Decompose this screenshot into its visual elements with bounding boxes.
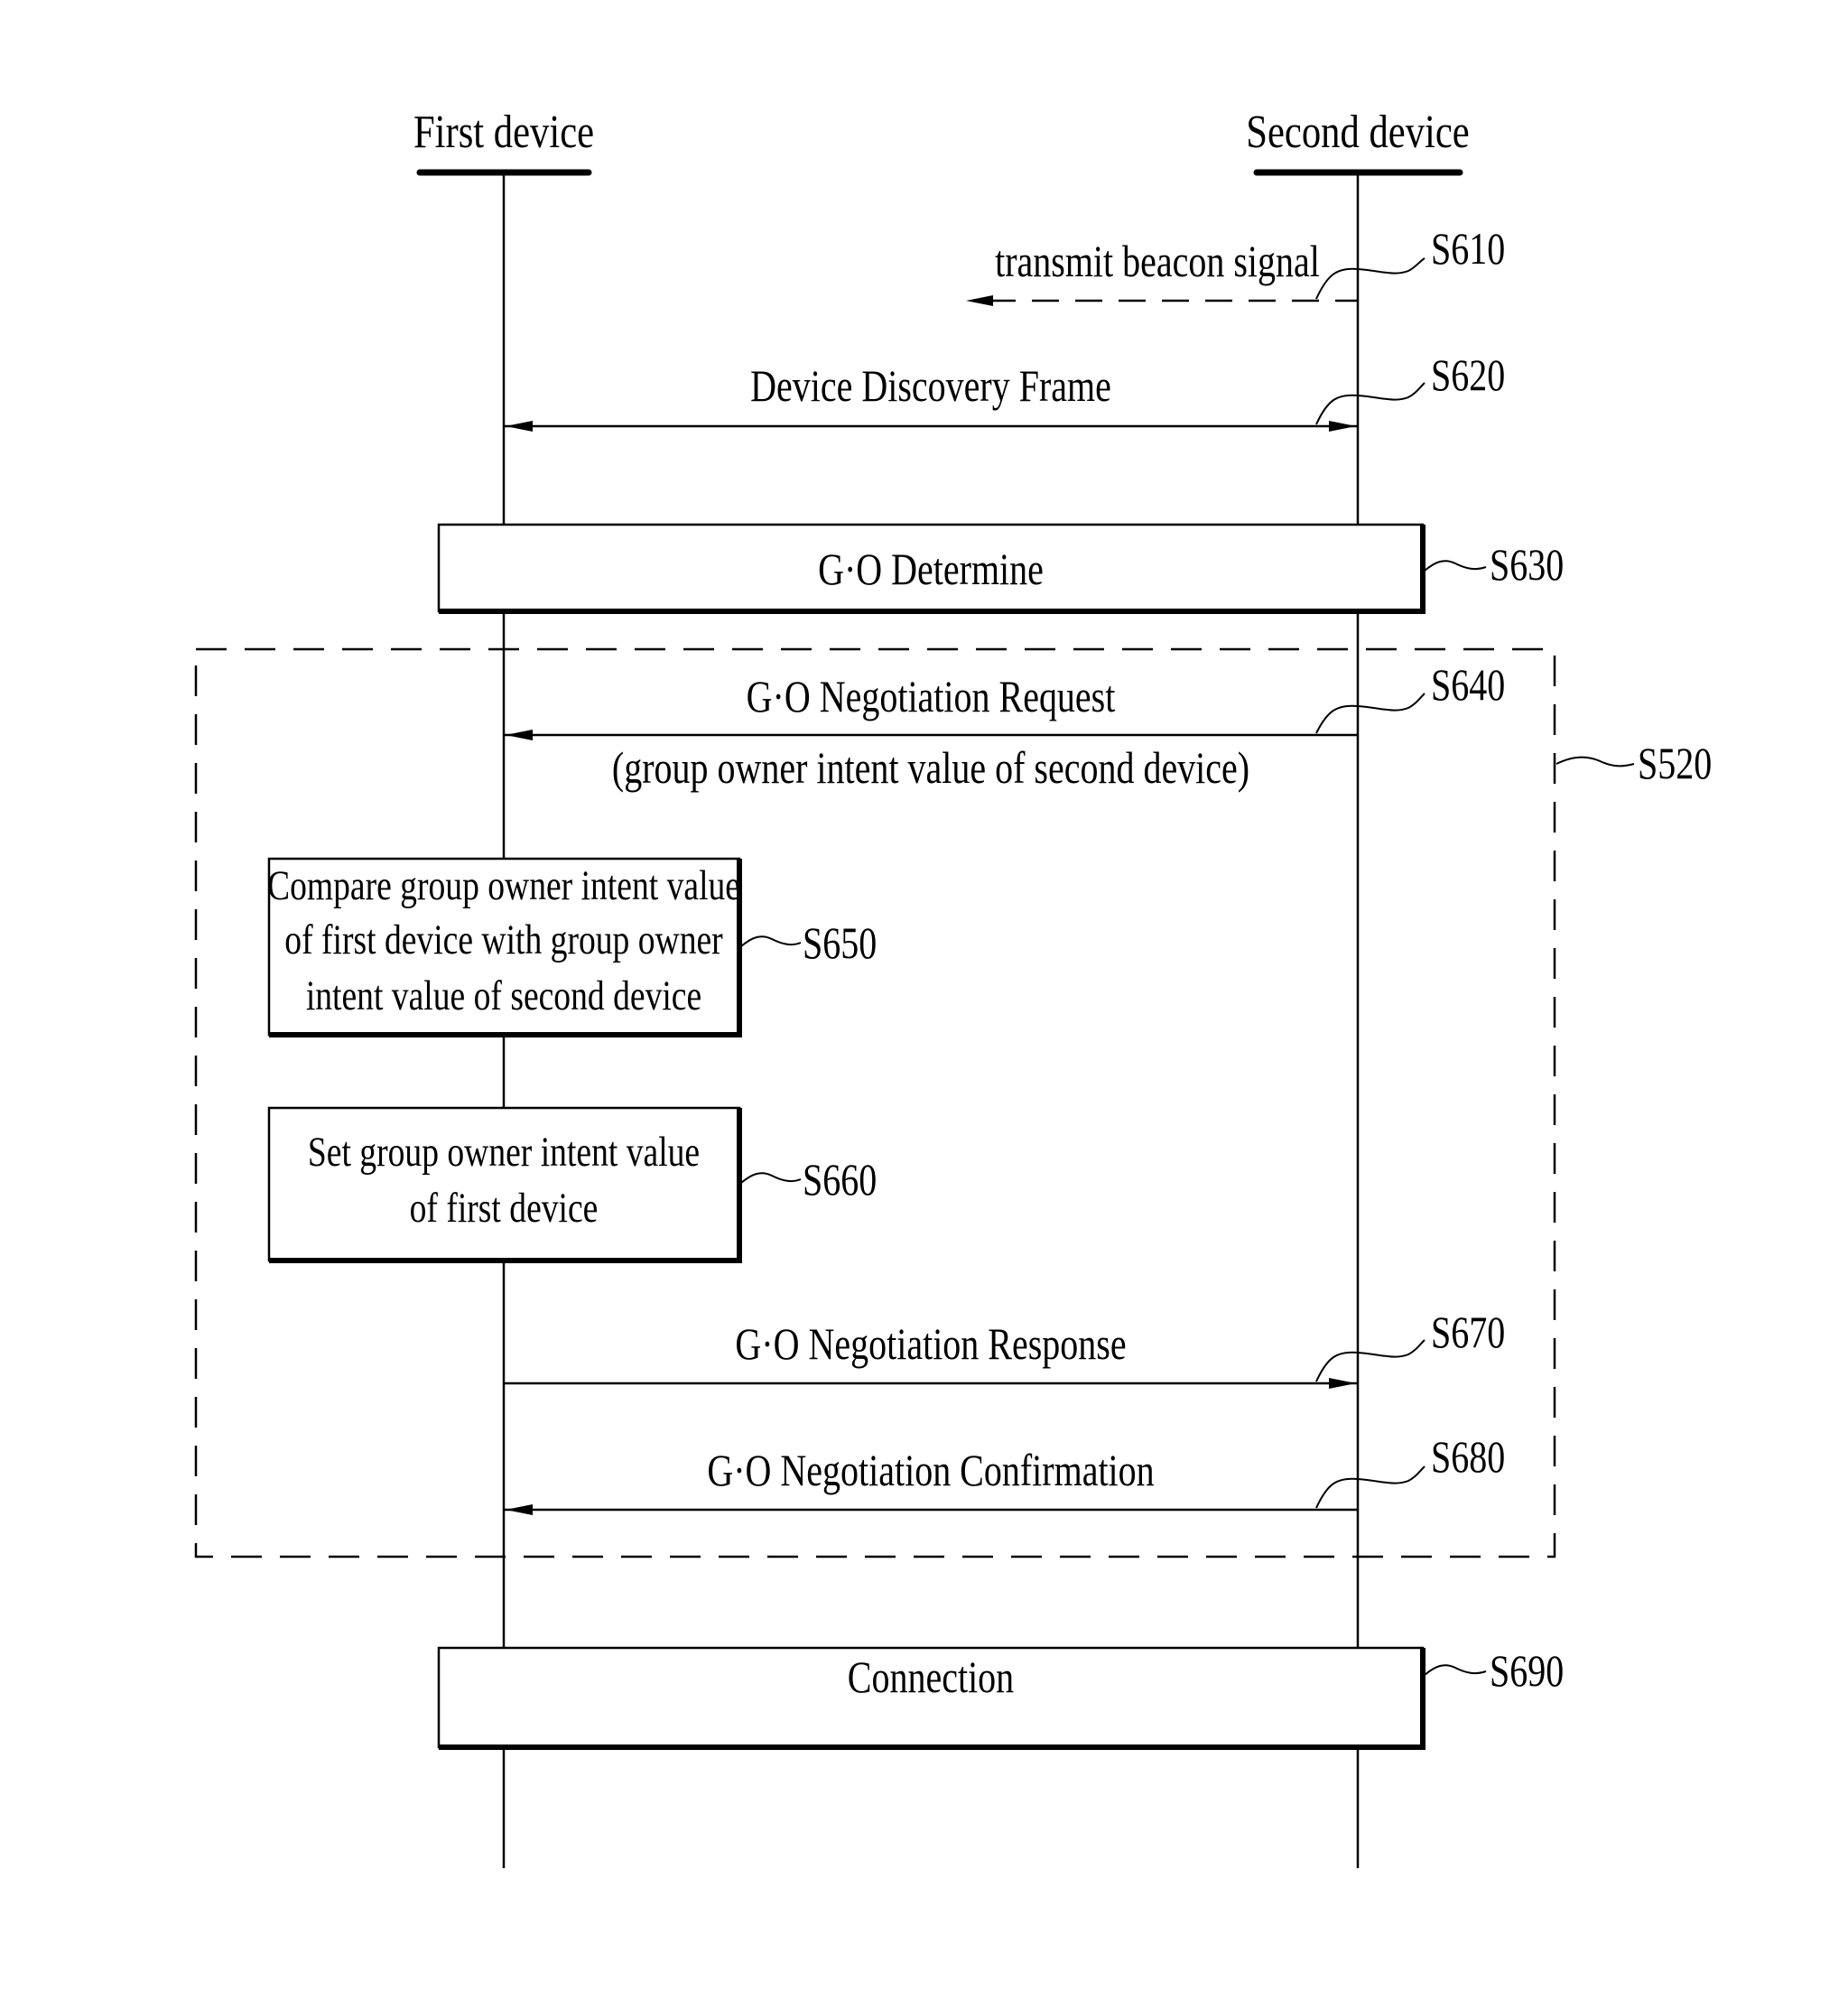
step-s660: Set group owner intent value of first de… <box>267 1106 877 1263</box>
step-label-s620: S620 <box>1431 350 1505 400</box>
step-label-s610: S610 <box>1431 224 1505 274</box>
step-s670: G·O Negotiation Response S670 <box>504 1307 1505 1389</box>
leader-line-s650 <box>740 935 802 947</box>
participant-label-second: Second device <box>1246 107 1469 158</box>
message-label-s610: transmit beacon signal <box>995 237 1320 286</box>
leader-line-s640 <box>1315 693 1425 734</box>
arrowhead-left-icon <box>506 730 533 740</box>
step-label-s660: S660 <box>803 1155 877 1205</box>
leader-line-s520 <box>1555 756 1635 768</box>
step-s640: G·O Negotiation Request (group owner int… <box>504 660 1505 793</box>
message-sublabel-s640: (group owner intent value of second devi… <box>612 743 1249 793</box>
step-s650: Compare group owner intent value of firs… <box>267 857 877 1037</box>
message-label-s620: Device Discovery Frame <box>750 361 1111 411</box>
message-label-s640: G·O Negotiation Request <box>747 672 1116 721</box>
process-label-s630: G·O Determine <box>818 544 1044 594</box>
leader-line-s690 <box>1424 1664 1487 1676</box>
process-line-s660-2: of first device <box>410 1185 599 1232</box>
step-label-s680: S680 <box>1431 1432 1505 1482</box>
step-label-s630: S630 <box>1490 540 1564 590</box>
process-line-s650-3: intent value of second device <box>306 972 701 1019</box>
participant-label-first: First device <box>413 107 594 158</box>
step-s630: G·O Determine S630 <box>437 523 1564 614</box>
process-line-s660-1: Set group owner intent value <box>308 1129 700 1176</box>
leader-line-s680 <box>1315 1465 1425 1509</box>
leader-line-s660 <box>740 1172 802 1184</box>
leader-line-s610 <box>1315 257 1425 300</box>
process-label-s690: Connection <box>848 1652 1014 1702</box>
arrowhead-left-icon <box>506 421 533 432</box>
step-label-s640: S640 <box>1431 660 1505 710</box>
process-line-s650-2: of first device with group owner <box>284 916 722 963</box>
step-s680: G·O Negotiation Confirmation S680 <box>504 1432 1505 1515</box>
arrowhead-left-icon <box>506 1504 533 1515</box>
step-s690: Connection S690 <box>437 1646 1564 1750</box>
leader-line-s620 <box>1315 382 1425 425</box>
step-s620: Device Discovery Frame S620 <box>504 350 1505 432</box>
group-label-s520: S520 <box>1638 739 1712 788</box>
message-label-s670: G·O Negotiation Response <box>735 1319 1126 1369</box>
message-label-s680: G·O Negotiation Confirmation <box>707 1446 1154 1495</box>
leader-line-s670 <box>1315 1339 1425 1382</box>
arrowhead-right-icon <box>1329 1378 1356 1389</box>
process-line-s650-1: Compare group owner intent value <box>267 862 740 909</box>
arrowhead-right-icon <box>1329 421 1356 432</box>
step-s610: transmit beacon signal S610 <box>966 224 1505 306</box>
leader-line-s630 <box>1424 560 1487 572</box>
step-label-s650: S650 <box>803 918 877 968</box>
step-label-s670: S670 <box>1431 1307 1505 1357</box>
sequence-diagram: First device Second device transmit beac… <box>194 107 1712 1868</box>
arrowhead-left-icon <box>966 295 993 306</box>
step-label-s690: S690 <box>1490 1646 1564 1696</box>
